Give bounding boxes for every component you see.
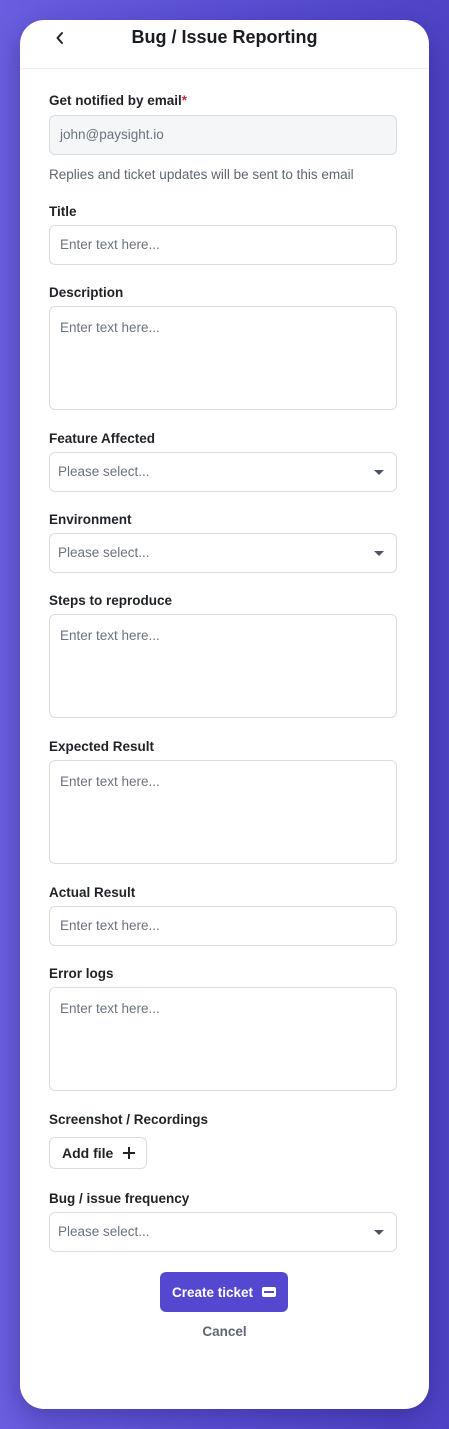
ticket-icon <box>262 1287 277 1297</box>
actual-result-label: Actual Result <box>49 885 136 900</box>
feature-affected-value: Please select... <box>58 464 150 479</box>
title-label: Title <box>49 204 77 219</box>
frequency-value: Please select... <box>58 1224 150 1239</box>
environment-select[interactable]: Please select... <box>49 533 397 573</box>
description-label: Description <box>49 285 124 300</box>
caret-down-icon <box>374 1230 384 1235</box>
error-logs-label: Error logs <box>49 966 114 981</box>
add-file-button[interactable]: Add file <box>49 1137 147 1169</box>
expected-result-textarea[interactable]: Enter text here... <box>49 760 397 864</box>
required-mark: * <box>181 93 188 108</box>
caret-down-icon <box>374 551 384 556</box>
add-file-label: Add file <box>62 1145 114 1161</box>
description-textarea[interactable]: Enter text here... <box>49 306 397 410</box>
error-logs-textarea[interactable]: Enter text here... <box>49 987 397 1091</box>
steps-textarea[interactable]: Enter text here... <box>49 614 397 718</box>
actual-result-input[interactable]: Enter text here... <box>49 906 397 946</box>
frequency-label: Bug / issue frequency <box>49 1191 190 1206</box>
environment-label: Environment <box>49 512 132 527</box>
create-ticket-label: Create ticket <box>171 1284 254 1300</box>
attachments-label: Screenshot / Recordings <box>49 1112 209 1127</box>
steps-label: Steps to reproduce <box>49 593 173 608</box>
expected-result-label: Expected Result <box>49 739 155 754</box>
plus-icon <box>123 1147 136 1159</box>
create-ticket-button[interactable]: Create ticket <box>160 1272 288 1312</box>
feature-affected-label: Feature Affected <box>49 431 156 446</box>
page-title: Bug / Issue Reporting <box>131 27 318 47</box>
email-field[interactable]: john@paysight.io <box>49 115 397 155</box>
bug-report-panel: Bug / Issue Reporting Get notified by em… <box>20 20 429 1409</box>
email-helper-text: Replies and ticket updates will be sent … <box>49 167 354 182</box>
title-input[interactable]: Enter text here... <box>49 225 397 265</box>
feature-affected-select[interactable]: Please select... <box>49 452 397 492</box>
header: Bug / Issue Reporting <box>20 20 429 69</box>
email-label: Get notified by email* <box>49 93 188 108</box>
cancel-button[interactable]: Cancel <box>20 1324 429 1339</box>
frequency-select[interactable]: Please select... <box>49 1212 397 1252</box>
caret-down-icon <box>374 470 384 475</box>
environment-value: Please select... <box>58 545 150 560</box>
